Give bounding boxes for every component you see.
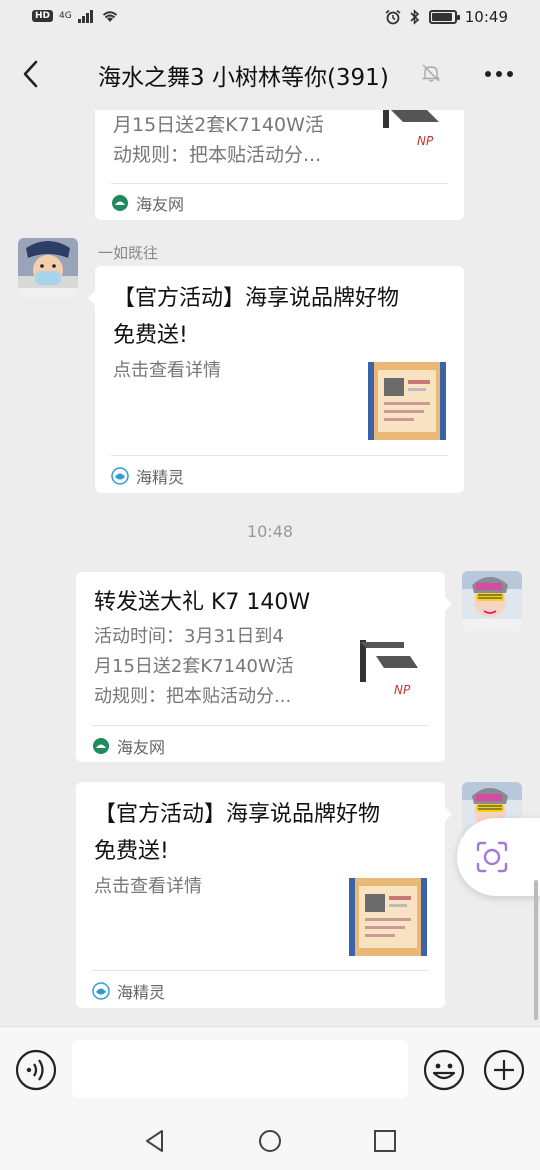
input-bar: [0, 1026, 540, 1110]
system-nav-bar: [0, 1110, 540, 1170]
link-card-official-right[interactable]: 【官方活动】海享说品牌好物 免费送! 点击查看详情 海精灵: [76, 782, 452, 1008]
more-dots-icon[interactable]: [484, 64, 514, 84]
link-card-top-partial[interactable]: 月15日送2套K7140W活 动规则：把本贴活动分... NP 海友网: [95, 110, 464, 220]
link-card-forward-right[interactable]: 转发送大礼 K7 140W 活动时间：3月31日到4 月15日送2套K7140W…: [76, 572, 452, 762]
signal-icon: [77, 10, 93, 23]
battery-icon: [428, 10, 460, 24]
card-separator: [111, 183, 448, 184]
bell-off-icon: [421, 64, 441, 82]
card-desc-line: 月15日送2套K7140W活: [113, 114, 324, 136]
alarm-icon: [385, 9, 401, 25]
network-type: 4G: [59, 11, 72, 21]
card-separator: [111, 455, 448, 456]
chat-header: 海水之舞3 小树林等你(391): [0, 38, 540, 110]
avatar-yiru[interactable]: [18, 238, 78, 298]
source-label: 海友网: [117, 738, 166, 757]
avatar-child-image: [18, 238, 78, 298]
promo-poster-thumbnail: [368, 362, 446, 440]
bubble-tail: [88, 290, 96, 306]
scan-lens-icon: [476, 841, 508, 873]
haijingling-logo-icon: [92, 982, 110, 1000]
card-title-line: 免费送!: [94, 839, 169, 864]
haiyou-logo-icon: [112, 195, 128, 211]
card-source: 海友网: [111, 191, 184, 215]
card-separator: [92, 725, 429, 726]
card-desc-line: 活动时间：3月31日到4: [94, 626, 284, 647]
bubble-tail: [444, 596, 452, 612]
card-title-line: 免费送!: [113, 323, 188, 348]
message-list[interactable]: 月15日送2套K7140W活 动规则：把本贴活动分... NP 海友网 一如既往: [0, 110, 540, 1026]
card-desc: 点击查看详情: [113, 360, 221, 381]
status-left: HD 4G: [32, 9, 120, 23]
hd-badge: HD: [32, 10, 54, 22]
light-fixture-thumbnail: NP: [354, 634, 426, 706]
card-title: 转发送大礼 K7 140W: [94, 590, 311, 615]
plus-icon[interactable]: [483, 1049, 525, 1091]
thumb-brand: NP: [417, 134, 434, 148]
status-right: 10:49: [385, 8, 508, 26]
scrollbar[interactable]: [534, 880, 538, 1020]
voice-icon[interactable]: [15, 1049, 57, 1091]
card-desc-line: 动规则：把本贴活动分...: [94, 686, 292, 707]
source-label: 海友网: [136, 195, 185, 214]
floating-scan-button[interactable]: [457, 818, 540, 896]
emoji-icon[interactable]: [423, 1049, 465, 1091]
message-input[interactable]: [72, 1040, 408, 1098]
status-bar: HD 4G 10:49: [0, 0, 540, 38]
avatar-cartoon-image: [462, 571, 522, 631]
source-label: 海精灵: [136, 468, 185, 487]
chevron-left-icon[interactable]: [16, 54, 46, 94]
card-source: 海精灵: [111, 464, 184, 488]
nav-back-icon[interactable]: [142, 1128, 168, 1154]
card-source: 海友网: [92, 734, 165, 758]
card-desc: 点击查看详情: [94, 876, 202, 897]
light-fixture-thumbnail: NP: [377, 110, 449, 152]
card-title-line: 【官方活动】海享说品牌好物: [113, 286, 400, 311]
message-timestamp: 10:48: [246, 522, 294, 541]
status-time: 10:49: [464, 8, 508, 26]
battery-fill: [431, 13, 453, 21]
card-separator: [92, 970, 429, 971]
sender-name: 一如既往: [98, 244, 159, 262]
promo-poster-thumbnail: [349, 878, 427, 956]
avatar-self[interactable]: [462, 571, 522, 631]
nav-recent-icon[interactable]: [372, 1128, 398, 1154]
nav-home-icon[interactable]: [257, 1128, 283, 1154]
card-desc-line: 动规则：把本贴活动分...: [113, 144, 322, 166]
thumb-brand: NP: [394, 683, 411, 697]
bubble-tail: [444, 806, 452, 822]
haiyou-logo-icon: [93, 738, 109, 754]
card-desc-line: 月15日送2套K7140W活: [94, 656, 294, 677]
chat-title[interactable]: 海水之舞3 小树林等你(391): [98, 58, 389, 92]
wifi-icon: [102, 11, 117, 22]
haijingling-logo-icon: [111, 467, 129, 485]
link-card-official-left[interactable]: 【官方活动】海享说品牌好物 免费送! 点击查看详情 海精灵: [88, 266, 464, 493]
bluetooth-icon: [410, 9, 419, 25]
card-source: 海精灵: [92, 979, 165, 1003]
source-label: 海精灵: [117, 983, 166, 1002]
card-title-line: 【官方活动】海享说品牌好物: [94, 802, 381, 827]
